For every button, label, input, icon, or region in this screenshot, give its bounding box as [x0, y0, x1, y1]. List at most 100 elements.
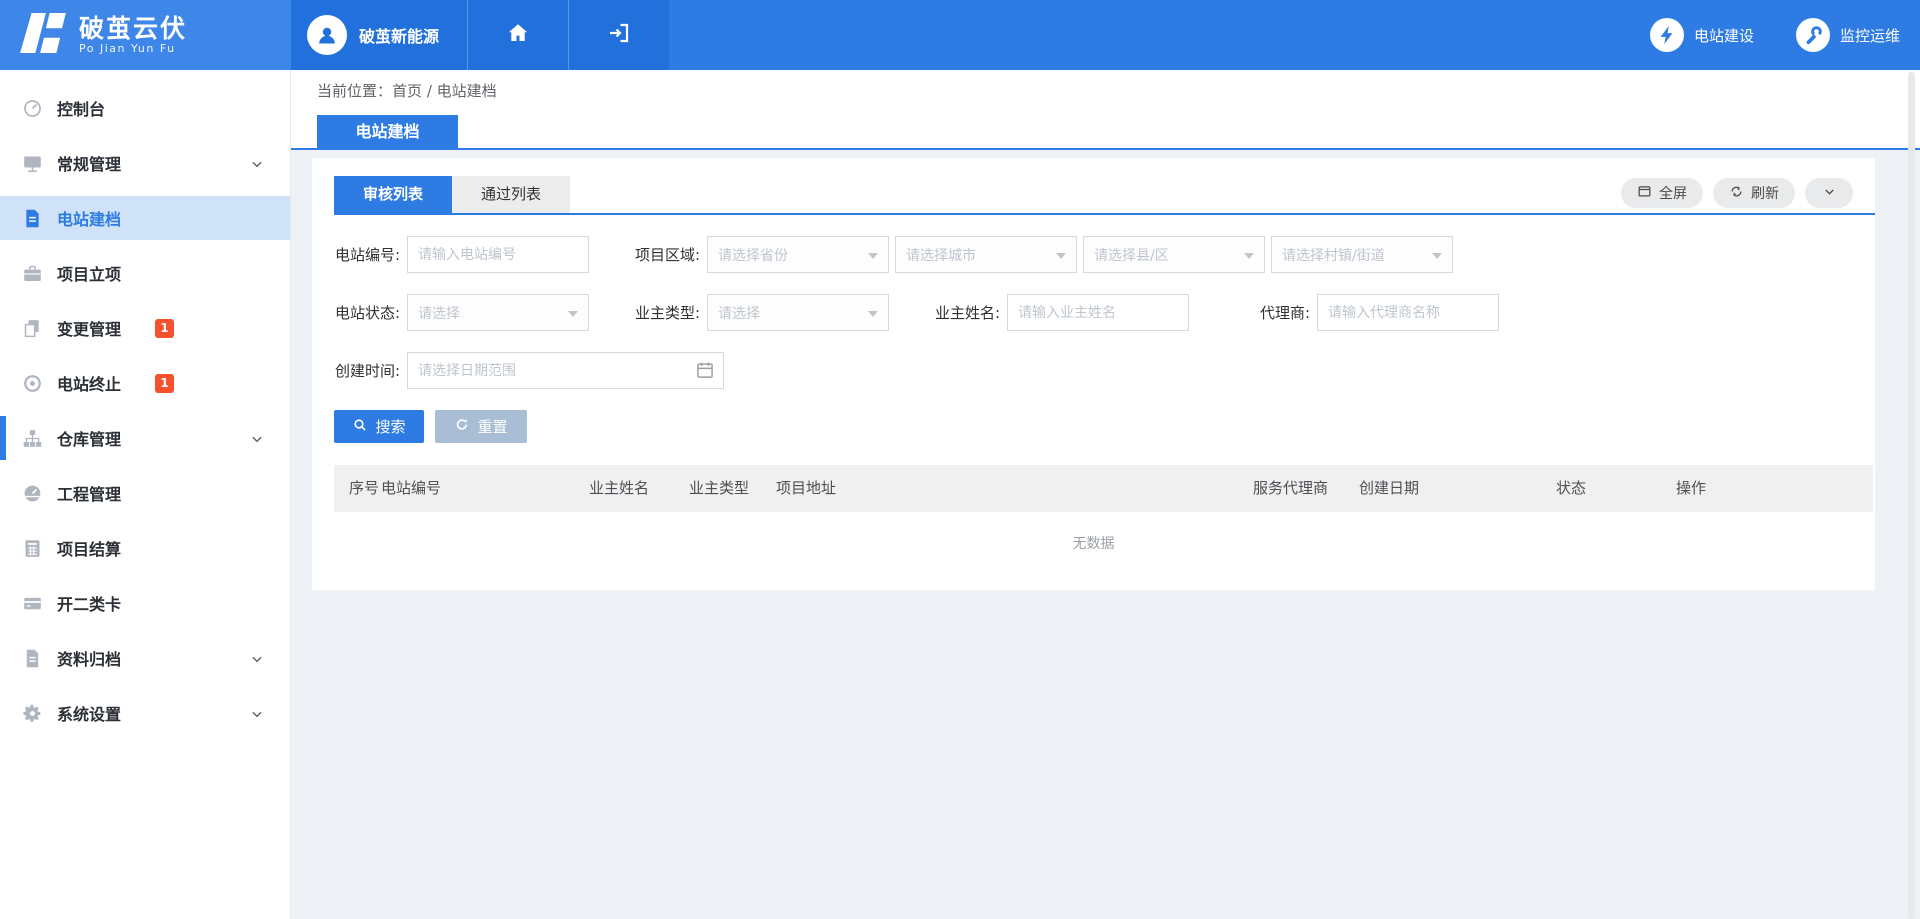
fullscreen-button[interactable]: 全屏	[1621, 178, 1703, 208]
region-group: 项目区域: 请选择省份 请选择城市 请选择县/	[634, 236, 1453, 273]
file-icon	[22, 648, 43, 669]
notification-badge: 1	[155, 374, 174, 393]
col-address: 项目地址	[776, 465, 836, 512]
county-select[interactable]: 请选择县/区	[1083, 236, 1265, 273]
collapse-button[interactable]	[1805, 178, 1853, 208]
sidebar-item-warehouse-management[interactable]: 仓库管理	[0, 416, 290, 460]
province-select-value: 请选择省份	[718, 245, 788, 265]
copy-icon	[22, 318, 43, 339]
search-label: 搜索	[375, 416, 405, 437]
home-icon	[506, 21, 530, 49]
sidebar-item-label: 电站建档	[57, 206, 121, 230]
filter-row-2: 电站状态: 请选择 业主类型: 请选择	[334, 294, 1853, 333]
col-station-no: 电站编号	[381, 465, 441, 512]
sidebar-item-label: 系统设置	[57, 701, 121, 725]
dropdown-arrow-icon	[1432, 253, 1442, 259]
nav-monitor-ops[interactable]: 监控运维	[1796, 18, 1900, 52]
filter-form: 电站编号: 项目区域: 请选择省份 请选择城市	[334, 236, 1853, 443]
sidebar-item-project-settlement[interactable]: 项目结算	[0, 526, 290, 570]
col-agent: 服务代理商	[1253, 465, 1328, 512]
sidebar-item-engineering-management[interactable]: 工程管理	[0, 471, 290, 515]
gauge-icon	[22, 483, 43, 504]
tab-review-list[interactable]: 审核列表	[334, 176, 452, 213]
nav-station-build-label: 电站建设	[1694, 25, 1754, 46]
sidebar: 控制台 常规管理 电站建档 项	[0, 70, 291, 919]
refresh-icon	[1729, 184, 1744, 202]
briefcase-icon	[22, 263, 43, 284]
city-select-value: 请选择城市	[906, 245, 976, 265]
filter-row-3: 创建时间:	[334, 352, 1853, 391]
top-header: 破茧云伏 Po Jian Yun Fu 破茧新能源	[0, 0, 1920, 70]
sidebar-item-project-initiation[interactable]: 项目立项	[0, 251, 290, 295]
reset-label: 重置	[477, 416, 507, 437]
sidebar-item-station-termination[interactable]: 电站终止 1	[0, 361, 290, 405]
dropdown-arrow-icon	[868, 311, 878, 317]
sidebar-item-change-management[interactable]: 变更管理 1	[0, 306, 290, 350]
tab-passed-list[interactable]: 通过列表	[452, 176, 570, 213]
chevron-down-icon	[250, 431, 264, 445]
page-tab-station-archive[interactable]: 电站建档	[317, 115, 458, 148]
owner-name-group: 业主姓名:	[934, 294, 1189, 331]
sidebar-item-label: 工程管理	[57, 481, 121, 505]
gear-icon	[22, 703, 43, 724]
station-no-input[interactable]	[407, 236, 589, 273]
town-select[interactable]: 请选择村镇/街道	[1271, 236, 1453, 273]
sidebar-item-label: 常规管理	[57, 151, 121, 175]
town-select-value: 请选择村镇/街道	[1282, 245, 1385, 265]
col-created: 创建日期	[1359, 465, 1419, 512]
reset-button[interactable]: 重置	[435, 410, 527, 443]
breadcrumb-label: 当前位置：	[317, 82, 392, 100]
app-window: 破茧云伏 Po Jian Yun Fu 破茧新能源	[0, 0, 1920, 919]
nav-station-build[interactable]: 电站建设	[1650, 18, 1754, 52]
logout-button[interactable]	[568, 0, 669, 70]
breadcrumb-home[interactable]: 首页	[392, 82, 422, 100]
card-icon	[22, 593, 43, 614]
station-status-select[interactable]: 请选择	[407, 294, 589, 331]
chevron-down-icon	[250, 706, 264, 720]
account-menu[interactable]: 破茧新能源	[291, 0, 467, 70]
sidebar-item-open-class2-card[interactable]: 开二类卡	[0, 581, 290, 625]
owner-type-select[interactable]: 请选择	[707, 294, 889, 331]
sidebar-item-label: 项目结算	[57, 536, 121, 560]
province-select[interactable]: 请选择省份	[707, 236, 889, 273]
station-status-group: 电站状态: 请选择	[334, 294, 589, 331]
record-icon	[22, 373, 43, 394]
avatar	[307, 15, 347, 55]
region-label: 项目区域:	[634, 244, 700, 265]
sidebar-item-station-archive[interactable]: 电站建档	[0, 196, 290, 240]
sidebar-item-system-settings[interactable]: 系统设置	[0, 691, 290, 735]
topbar: 当前位置：首页 / 电站建档 电站建档	[291, 70, 1920, 150]
sidebar-item-data-archive[interactable]: 资料归档	[0, 636, 290, 680]
chevron-down-icon	[250, 156, 264, 170]
content-area: 审核列表 通过列表 全屏	[291, 150, 1920, 919]
brand-subtitle: Po Jian Yun Fu	[79, 42, 187, 55]
brand-logo-icon	[20, 13, 66, 57]
calculator-icon	[22, 538, 43, 559]
refresh-label: 刷新	[1751, 183, 1779, 203]
dashboard-icon	[22, 98, 43, 119]
search-button[interactable]: 搜索	[334, 410, 424, 443]
brand-name: 破茧云伏	[79, 15, 187, 43]
sidebar-item-label: 资料归档	[57, 646, 121, 670]
agent-input[interactable]	[1317, 294, 1499, 331]
filter-actions: 搜索 重置	[334, 410, 1853, 443]
panel-toolbar: 全屏 刷新	[1621, 178, 1853, 208]
sidebar-item-general-management[interactable]: 常规管理	[0, 141, 290, 185]
wrench-icon	[1796, 18, 1830, 52]
city-select[interactable]: 请选择城市	[895, 236, 1077, 273]
date-range-input[interactable]	[407, 352, 724, 389]
created-time-label: 创建时间:	[334, 360, 400, 381]
calendar-icon[interactable]	[695, 360, 715, 380]
fullscreen-label: 全屏	[1659, 183, 1687, 203]
sidebar-item-console[interactable]: 控制台	[0, 86, 290, 130]
col-owner-name: 业主姓名	[589, 465, 649, 512]
panel-tabs: 审核列表 通过列表 全屏	[334, 176, 1875, 215]
sidebar-item-label: 项目立项	[57, 261, 121, 285]
col-owner-type: 业主类型	[689, 465, 749, 512]
dropdown-arrow-icon	[1244, 253, 1254, 259]
owner-type-label: 业主类型:	[634, 302, 700, 323]
owner-name-input[interactable]	[1007, 294, 1189, 331]
home-button[interactable]	[467, 0, 568, 70]
page-scrollbar[interactable]	[1908, 72, 1915, 919]
refresh-button[interactable]: 刷新	[1713, 178, 1795, 208]
